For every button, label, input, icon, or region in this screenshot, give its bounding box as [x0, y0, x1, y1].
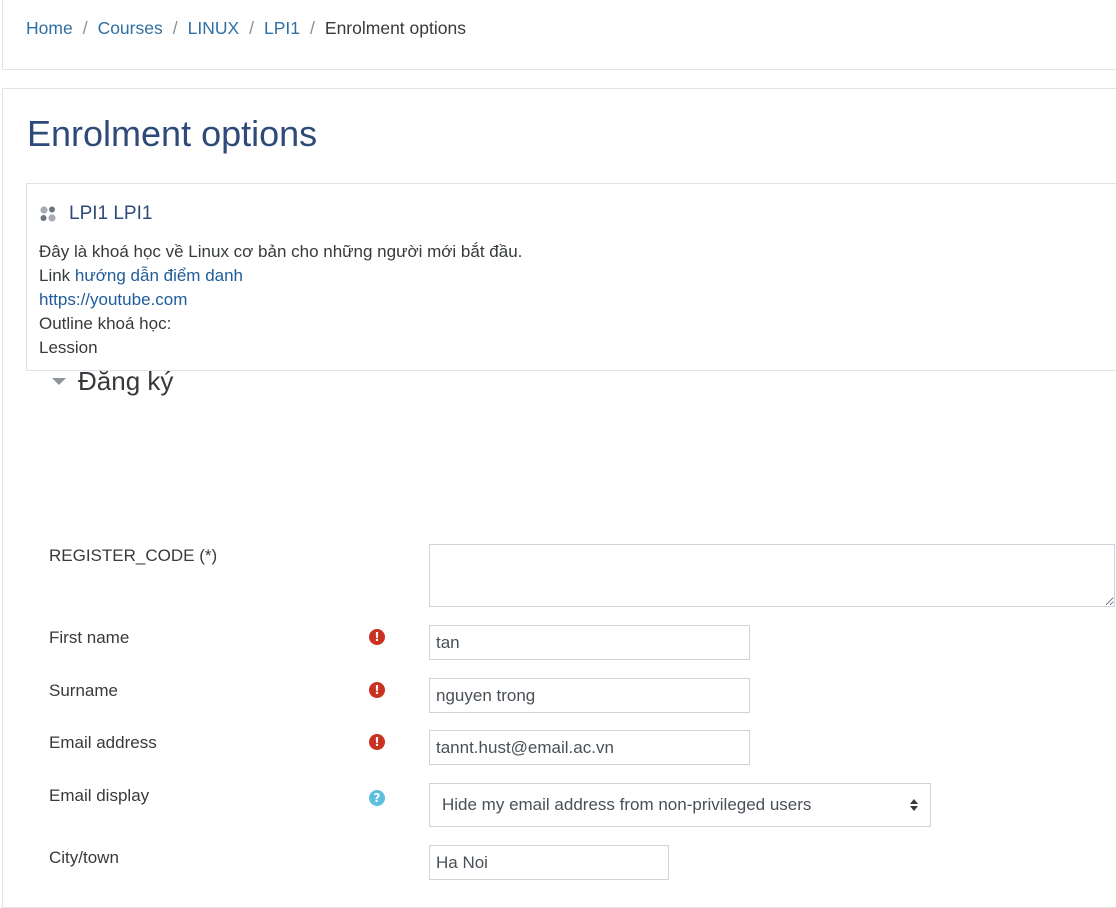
summary-line: Đây là khoá học về Linux cơ bản cho nhữn… — [39, 242, 523, 261]
first-name-label: First name — [49, 628, 130, 647]
registration-section-toggle[interactable]: Đăng ký — [52, 366, 173, 397]
select-arrows-icon — [910, 799, 918, 811]
exclamation-circle-icon: ! — [369, 734, 385, 750]
email-display-label: Email display — [49, 786, 150, 805]
breadcrumb-courses[interactable]: Courses — [98, 18, 163, 39]
register-code-field[interactable] — [429, 544, 1115, 607]
email-display-select[interactable]: Hide my email address from non-privilege… — [429, 783, 931, 827]
summary-line: Outline khoá học: — [39, 314, 172, 333]
course-info-box: LPI1 LPI1 Đây là khoá học về Linux cơ bả… — [26, 183, 1116, 371]
course-icon — [40, 206, 56, 222]
surname-field[interactable] — [429, 678, 750, 713]
course-name-link[interactable]: LPI1 LPI1 — [69, 203, 152, 225]
city-field[interactable] — [429, 845, 669, 880]
course-header: LPI1 LPI1 — [38, 203, 152, 225]
email-field[interactable] — [429, 730, 750, 765]
course-summary: Đây là khoá học về Linux cơ bản cho nhữn… — [39, 240, 522, 360]
breadcrumb-bar: Home / Courses / LINUX / LPI1 / Enrolmen… — [2, 0, 1116, 70]
attendance-guide-link[interactable]: hướng dẫn điểm danh — [75, 266, 243, 285]
breadcrumb-separator: / — [249, 18, 255, 38]
breadcrumb-lpi1[interactable]: LPI1 — [264, 18, 300, 39]
youtube-link[interactable]: https://youtube.com — [39, 288, 522, 312]
first-name-field[interactable] — [429, 625, 750, 660]
surname-label: Surname — [49, 681, 118, 700]
breadcrumb-separator: / — [172, 18, 178, 38]
summary-line: Lession — [39, 338, 98, 357]
section-title: Đăng ký — [78, 366, 174, 396]
caret-down-icon — [52, 378, 66, 385]
breadcrumb-current: Enrolment options — [324, 18, 466, 38]
register-code-label: REGISTER_CODE (*) — [49, 546, 218, 565]
breadcrumb: Home / Courses / LINUX / LPI1 / Enrolmen… — [26, 18, 466, 39]
exclamation-circle-icon: ! — [369, 629, 385, 645]
summary-line: Link hướng dẫn điểm danh — [39, 264, 522, 288]
city-label: City/town — [49, 848, 119, 867]
page-title: Enrolment options — [27, 113, 318, 154]
email-label: Email address — [49, 733, 157, 752]
breadcrumb-linux[interactable]: LINUX — [188, 18, 240, 39]
question-circle-icon[interactable]: ? — [369, 790, 385, 806]
breadcrumb-separator: / — [310, 18, 315, 38]
email-display-selected: Hide my email address from non-privilege… — [442, 795, 812, 814]
exclamation-circle-icon: ! — [369, 682, 385, 698]
summary-link-prefix: Link — [39, 266, 75, 285]
breadcrumb-home[interactable]: Home — [26, 18, 73, 39]
breadcrumb-separator: / — [82, 18, 88, 38]
